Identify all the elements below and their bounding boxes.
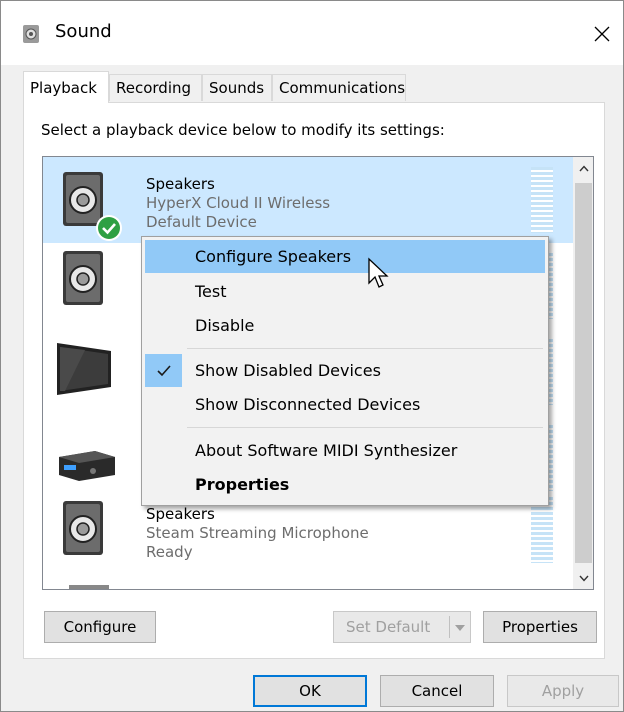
- device-row[interactable]: Speakers HyperX Cloud II Wireless Defaul…: [43, 157, 573, 243]
- menu-item-disable[interactable]: Disable: [145, 309, 545, 342]
- menu-item-show-disconnected-devices[interactable]: Show Disconnected Devices: [145, 388, 545, 421]
- close-icon: [594, 26, 610, 42]
- title-bar[interactable]: Sound: [1, 1, 623, 65]
- device-status: Default Device: [146, 213, 257, 231]
- tab-communications[interactable]: Communications: [272, 74, 406, 101]
- speaker-icon: [23, 25, 39, 43]
- scroll-down-button[interactable]: [573, 567, 593, 589]
- device-status: Ready: [146, 543, 193, 561]
- properties-button[interactable]: Properties: [483, 611, 597, 643]
- speaker-icon: [63, 251, 103, 305]
- menu-item-properties[interactable]: Properties: [145, 468, 545, 501]
- volume-level-meter: [531, 497, 553, 563]
- menu-item-configure-speakers[interactable]: Configure Speakers: [145, 240, 545, 273]
- cancel-button[interactable]: Cancel: [380, 675, 494, 707]
- tab-playback[interactable]: Playback: [23, 71, 109, 103]
- device-name: Speakers: [146, 175, 215, 193]
- sound-dialog: Sound Playback Recording Sounds Communic…: [0, 0, 624, 712]
- close-button[interactable]: [581, 15, 623, 53]
- tab-recording[interactable]: Recording: [109, 74, 202, 101]
- mouse-cursor-icon: [368, 257, 389, 288]
- device-description: HyperX Cloud II Wireless: [146, 194, 331, 212]
- set-default-label: Set Default: [346, 618, 431, 636]
- tab-sounds[interactable]: Sounds: [202, 74, 272, 101]
- chevron-down-icon: [578, 575, 589, 582]
- speaker-icon: [69, 585, 109, 589]
- split-divider: [449, 616, 450, 638]
- dropdown-arrow-icon: [455, 625, 465, 631]
- menu-separator: [187, 427, 543, 428]
- device-description: Steam Streaming Microphone: [146, 524, 369, 542]
- device-name: Speakers: [146, 505, 215, 523]
- instruction-text: Select a playback device below to modify…: [41, 121, 445, 139]
- speaker-icon: [63, 501, 103, 555]
- window-title: Sound: [55, 21, 112, 42]
- monitor-icon: [57, 343, 111, 395]
- ok-button[interactable]: OK: [253, 675, 367, 707]
- set-default-button[interactable]: Set Default: [333, 611, 471, 643]
- menu-separator: [187, 348, 543, 349]
- vertical-scrollbar[interactable]: [573, 157, 593, 589]
- volume-level-meter: [531, 167, 553, 233]
- menu-item-test[interactable]: Test: [145, 275, 545, 308]
- apply-button[interactable]: Apply: [507, 675, 619, 707]
- scroll-thumb[interactable]: [575, 183, 592, 563]
- menu-item-show-disabled-devices[interactable]: Show Disabled Devices: [145, 354, 545, 387]
- menu-item-about-midi-synthesizer[interactable]: About Software MIDI Synthesizer: [145, 434, 545, 467]
- configure-button[interactable]: Configure: [44, 611, 156, 643]
- scroll-up-button[interactable]: [573, 157, 593, 179]
- chevron-up-icon: [578, 164, 589, 171]
- receiver-icon: [59, 451, 115, 481]
- context-menu: Configure Speakers Test Disable Show Dis…: [141, 236, 549, 506]
- default-device-check-icon: [96, 215, 122, 241]
